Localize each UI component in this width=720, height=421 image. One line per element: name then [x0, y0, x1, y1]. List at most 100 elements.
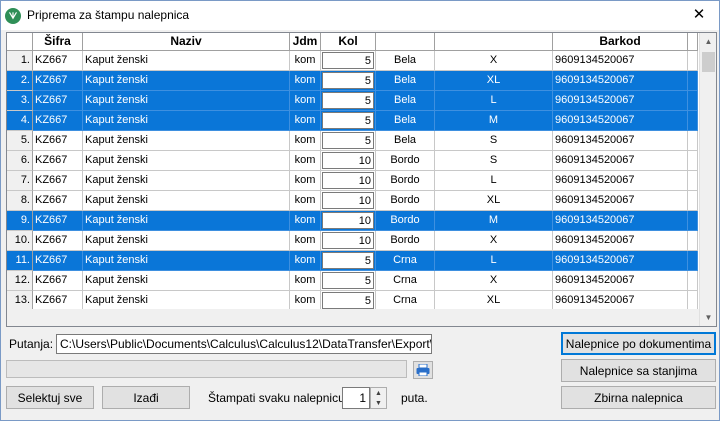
table-row[interactable]: 11. KZ667 Kaput ženski kom 5 Crna L 96091345200… — [7, 251, 698, 271]
header-boja[interactable] — [376, 33, 435, 51]
cell-jdm: kom — [290, 71, 321, 91]
cell-sifra: KZ667 — [33, 211, 83, 231]
cell-jdm: kom — [290, 111, 321, 131]
quantity-input[interactable]: 10 — [322, 152, 374, 169]
table-row[interactable]: 8. KZ667 Kaput ženski kom 10 Bordo XL 960913452… — [7, 191, 698, 211]
scroll-up-icon[interactable]: ▲ — [700, 33, 716, 50]
summary-label-button[interactable]: Zbirna nalepnica — [561, 386, 716, 409]
row-number[interactable]: 8. — [7, 191, 33, 211]
cell-boja: Bela — [376, 111, 435, 131]
path-input[interactable]: C:\Users\Public\Documents\Calculus\Calcu… — [56, 334, 432, 354]
cell-jdm: kom — [290, 51, 321, 71]
labels-with-stock-button[interactable]: Nalepnice sa stanjima — [561, 359, 716, 382]
title-bar: ᗐ Priprema za štampu nalepnica ✕ — [1, 1, 719, 30]
labels-by-document-button[interactable]: Nalepnice po dokumentima — [561, 332, 716, 355]
table-row[interactable]: 12. KZ667 Kaput ženski kom 5 Crna X 96091345200… — [7, 271, 698, 291]
row-number[interactable]: 12. — [7, 271, 33, 291]
cell-kol: 10 — [321, 171, 376, 191]
quantity-input[interactable]: 5 — [322, 52, 374, 69]
select-all-button[interactable]: Selektuj sve — [6, 386, 94, 409]
cell-spacer — [688, 191, 698, 211]
table-row[interactable]: 2. KZ667 Kaput ženski kom 5 Bela XL 96091345200… — [7, 71, 698, 91]
scroll-thumb[interactable] — [702, 52, 715, 72]
cell-kol: 10 — [321, 151, 376, 171]
row-number[interactable]: 10. — [7, 231, 33, 251]
table-row[interactable]: 3. KZ667 Kaput ženski kom 5 Bela L 960913452006… — [7, 91, 698, 111]
row-number[interactable]: 5. — [7, 131, 33, 151]
cell-barkod: 9609134520067 — [553, 191, 688, 211]
table-row[interactable]: 10. KZ667 Kaput ženski kom 10 Bordo X 960913452… — [7, 231, 698, 251]
cell-velicina: L — [435, 171, 553, 191]
cell-naziv: Kaput ženski — [83, 171, 290, 191]
print-count-input[interactable]: 1 — [342, 387, 370, 409]
cell-velicina: XL — [435, 191, 553, 211]
print-button[interactable] — [413, 361, 433, 379]
window-title: Priprema za štampu nalepnica — [27, 8, 190, 22]
cell-jdm: kom — [290, 91, 321, 111]
quantity-input[interactable]: 10 — [322, 212, 374, 229]
row-number[interactable]: 13. — [7, 291, 33, 311]
table-row[interactable]: 7. KZ667 Kaput ženski kom 10 Bordo L 9609134520… — [7, 171, 698, 191]
header-velicina[interactable] — [435, 33, 553, 51]
quantity-input[interactable]: 10 — [322, 172, 374, 189]
quantity-input[interactable]: 5 — [322, 292, 374, 309]
cell-velicina: M — [435, 211, 553, 231]
quantity-input[interactable]: 5 — [322, 92, 374, 109]
table-row[interactable]: 9. KZ667 Kaput ženski kom 10 Bordo M 9609134520… — [7, 211, 698, 231]
cell-naziv: Kaput ženski — [83, 231, 290, 251]
cell-velicina: XL — [435, 71, 553, 91]
quantity-input[interactable]: 5 — [322, 72, 374, 89]
table-row[interactable]: 5. KZ667 Kaput ženski kom 5 Bela S 960913452006… — [7, 131, 698, 151]
table-row[interactable]: 4. KZ667 Kaput ženski kom 5 Bela M 960913452006… — [7, 111, 698, 131]
labels-grid: Šifra Naziv Jdm Kol Barkod 1. KZ667 Kaput … — [6, 32, 717, 327]
row-number[interactable]: 11. — [7, 251, 33, 271]
table-row[interactable]: 6. KZ667 Kaput ženski kom 10 Bordo S 9609134520… — [7, 151, 698, 171]
row-number[interactable]: 1. — [7, 51, 33, 71]
cell-jdm: kom — [290, 131, 321, 151]
cell-naziv: Kaput ženski — [83, 71, 290, 91]
row-number[interactable]: 4. — [7, 111, 33, 131]
header-kol[interactable]: Kol — [321, 33, 376, 51]
vertical-scrollbar[interactable]: ▲ ▼ — [699, 33, 716, 326]
arrow-up-icon[interactable]: ▲ — [371, 388, 386, 398]
quantity-input[interactable]: 10 — [322, 192, 374, 209]
close-icon: ✕ — [692, 6, 706, 23]
cell-boja: Bordo — [376, 191, 435, 211]
cell-naziv: Kaput ženski — [83, 271, 290, 291]
cell-jdm: kom — [290, 231, 321, 251]
table-row[interactable]: 13. KZ667 Kaput ženski kom 5 Crna XL 9609134520… — [7, 291, 698, 311]
cell-sifra: KZ667 — [33, 271, 83, 291]
cell-sifra: KZ667 — [33, 291, 83, 311]
cell-spacer — [688, 51, 698, 71]
quantity-input[interactable]: 10 — [322, 232, 374, 249]
app-icon: ᗐ — [5, 8, 21, 24]
row-number[interactable]: 6. — [7, 151, 33, 171]
cell-barkod: 9609134520067 — [553, 251, 688, 271]
cell-sifra: KZ667 — [33, 251, 83, 271]
header-naziv[interactable]: Naziv — [83, 33, 290, 51]
table-row[interactable]: 1. KZ667 Kaput ženski kom 5 Bela X 960913452006… — [7, 51, 698, 71]
cell-kol: 5 — [321, 291, 376, 311]
row-number[interactable]: 9. — [7, 211, 33, 231]
row-number[interactable]: 2. — [7, 71, 33, 91]
arrow-down-icon[interactable]: ▼ — [371, 398, 386, 408]
print-count-stepper[interactable]: ▲ ▼ — [370, 387, 387, 409]
header-sifra[interactable]: Šifra — [33, 33, 83, 51]
quantity-input[interactable]: 5 — [322, 132, 374, 149]
cell-jdm: kom — [290, 151, 321, 171]
scroll-down-icon[interactable]: ▼ — [700, 309, 716, 326]
row-number[interactable]: 7. — [7, 171, 33, 191]
header-jdm[interactable]: Jdm — [290, 33, 321, 51]
cell-boja: Bela — [376, 131, 435, 151]
quantity-input[interactable]: 5 — [322, 252, 374, 269]
quantity-input[interactable]: 5 — [322, 272, 374, 289]
row-number[interactable]: 3. — [7, 91, 33, 111]
quantity-input[interactable]: 5 — [322, 112, 374, 129]
header-barkod[interactable]: Barkod — [553, 33, 688, 51]
cell-velicina: X — [435, 271, 553, 291]
close-button[interactable]: ✕ — [689, 4, 709, 24]
cell-boja: Crna — [376, 251, 435, 271]
cell-spacer — [688, 171, 698, 191]
grid-header: Šifra Naziv Jdm Kol Barkod — [7, 33, 698, 51]
exit-button[interactable]: Izađi — [102, 386, 190, 409]
